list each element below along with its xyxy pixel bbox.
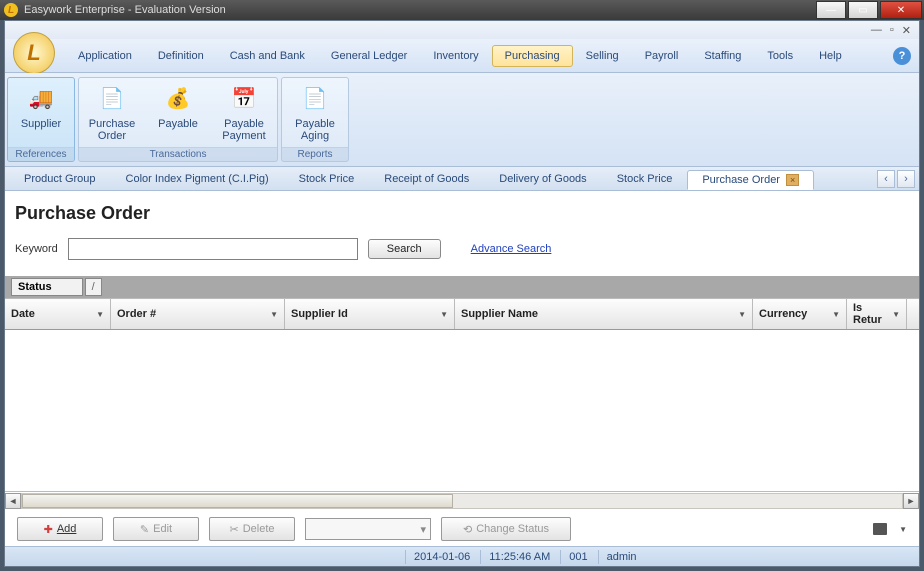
save-layout-dropdown-icon[interactable]: ▼ <box>899 525 907 534</box>
save-layout-icon[interactable] <box>873 523 887 535</box>
menubar: L ApplicationDefinitionCash and BankGene… <box>5 39 919 73</box>
menu-cash-and-bank[interactable]: Cash and Bank <box>217 45 318 67</box>
menu-inventory[interactable]: Inventory <box>420 45 491 67</box>
scroll-thumb[interactable] <box>22 494 453 508</box>
ribbon-purchase-order[interactable]: 📄 PurchaseOrder <box>79 78 145 147</box>
status-user: admin <box>598 550 645 564</box>
status-id: 001 <box>560 550 595 564</box>
ribbon: 🚚 Supplier References 📄 PurchaseOrder 💰 Payabl… <box>5 73 919 167</box>
ribbon-group-label: Reports <box>282 147 348 161</box>
column-is-retur[interactable]: Is Retur▼ <box>847 299 907 329</box>
keyword-input[interactable] <box>68 238 358 260</box>
maximize-button[interactable]: ▭ <box>848 1 878 19</box>
ribbon-btn-label: Supplier <box>21 118 61 130</box>
group-by-status[interactable]: Status <box>11 278 83 296</box>
column-filter-icon[interactable]: ▼ <box>270 310 278 319</box>
menu-help[interactable]: Help <box>806 45 855 67</box>
tab-delivery-of-goods[interactable]: Delivery of Goods <box>484 169 601 189</box>
ribbon-btn-label: Payable <box>158 118 198 130</box>
column-filter-icon[interactable]: ▼ <box>832 310 840 319</box>
edit-button[interactable]: ✎Edit <box>113 517 199 541</box>
tab-receipt-of-goods[interactable]: Receipt of Goods <box>369 169 484 189</box>
close-button[interactable]: ✕ <box>880 1 922 19</box>
ribbon-group-label: Transactions <box>79 147 277 161</box>
tab-stock-price[interactable]: Stock Price <box>284 169 370 189</box>
window-title: Easywork Enterprise - Evaluation Version <box>24 4 816 16</box>
action-toolbar: ✚Add ✎Edit ✂Delete ▾ ⟲Change Status ▼ <box>15 512 915 546</box>
ribbon-payable-aging[interactable]: 📄 PayableAging <box>282 78 348 147</box>
delete-button[interactable]: ✂Delete <box>209 517 295 541</box>
menu-purchasing[interactable]: Purchasing <box>492 45 573 67</box>
titlebar: L Easywork Enterprise - Evaluation Versi… <box>0 0 924 20</box>
document-tabs: Product GroupColor Index Pigment (C.I.Pi… <box>5 167 919 191</box>
ribbon-payable-payment[interactable]: 📅 PayablePayment <box>211 78 277 147</box>
change-status-button[interactable]: ⟲Change Status <box>441 517 571 541</box>
column-filter-icon[interactable]: ▼ <box>96 310 104 319</box>
column-date[interactable]: Date▼ <box>5 299 111 329</box>
tab-close-icon[interactable]: × <box>786 174 799 186</box>
keyword-label: Keyword <box>15 243 58 255</box>
ribbon-payable[interactable]: 💰 Payable <box>145 78 211 147</box>
menu-application[interactable]: Application <box>65 45 145 67</box>
ribbon-supplier[interactable]: 🚚 Supplier <box>8 78 74 147</box>
tab-product-group[interactable]: Product Group <box>9 169 111 189</box>
grid-body[interactable] <box>5 330 919 492</box>
scroll-track[interactable] <box>21 493 903 509</box>
ribbon-btn-label: PayablePayment <box>222 118 265 142</box>
payable-icon: 📄 <box>299 82 331 114</box>
search-button[interactable]: Search <box>368 239 441 259</box>
column-filter-icon[interactable]: ▼ <box>738 310 746 319</box>
minimize-button[interactable]: — <box>816 1 846 19</box>
mdi-close-icon[interactable]: ✕ <box>902 24 911 37</box>
menu-tools[interactable]: Tools <box>754 45 806 67</box>
help-icon[interactable]: ? <box>893 47 911 65</box>
tab-color-index-pigment-c-i-pig-[interactable]: Color Index Pigment (C.I.Pig) <box>111 169 284 189</box>
status-combo[interactable]: ▾ <box>305 518 431 540</box>
column-filter-icon[interactable]: ▼ <box>892 310 900 319</box>
group-by-bar: Status / <box>5 276 919 298</box>
horizontal-scrollbar[interactable]: ◄ ► <box>5 492 919 510</box>
ribbon-btn-label: PurchaseOrder <box>89 118 135 142</box>
menu-selling[interactable]: Selling <box>573 45 632 67</box>
ribbon-group-references: 🚚 Supplier References <box>7 77 75 162</box>
column-filter-icon[interactable]: ▼ <box>440 310 448 319</box>
advance-search-link[interactable]: Advance Search <box>471 243 552 255</box>
status-time: 11:25:46 AM <box>480 550 558 564</box>
menu-payroll[interactable]: Payroll <box>632 45 692 67</box>
menu-staffing[interactable]: Staffing <box>691 45 754 67</box>
menu-general-ledger[interactable]: General Ledger <box>318 45 420 67</box>
tab-nav-right[interactable]: › <box>897 170 915 188</box>
tab-stock-price[interactable]: Stock Price <box>602 169 688 189</box>
ribbon-btn-label: PayableAging <box>295 118 335 142</box>
page-title: Purchase Order <box>15 203 915 224</box>
purchase-icon: 📄 <box>96 82 128 114</box>
payable-icon: 📅 <box>228 82 260 114</box>
column-supplier-id[interactable]: Supplier Id▼ <box>285 299 455 329</box>
column-currency[interactable]: Currency▼ <box>753 299 847 329</box>
logo[interactable]: L <box>13 32 55 74</box>
ribbon-group-label: References <box>8 147 74 161</box>
column-order-[interactable]: Order #▼ <box>111 299 285 329</box>
scroll-left-icon[interactable]: ◄ <box>5 493 21 509</box>
group-by-divider: / <box>85 278 102 296</box>
payable-icon: 💰 <box>162 82 194 114</box>
tab-purchase-order[interactable]: Purchase Order× <box>687 170 814 190</box>
ribbon-group-reports: 📄 PayableAging Reports <box>281 77 349 162</box>
statusbar: 2014-01-06 11:25:46 AM 001 admin <box>5 546 919 566</box>
scroll-right-icon[interactable]: ► <box>903 493 919 509</box>
mdi-restore-icon[interactable]: ▫ <box>890 24 894 36</box>
mdi-controls: — ▫ ✕ <box>5 21 919 39</box>
mdi-minimize-icon[interactable]: — <box>871 24 882 36</box>
add-button[interactable]: ✚Add <box>17 517 103 541</box>
menu-definition[interactable]: Definition <box>145 45 217 67</box>
ribbon-group-transactions: 📄 PurchaseOrder 💰 Payable 📅 PayablePayment Tra… <box>78 77 278 162</box>
column-supplier-name[interactable]: Supplier Name▼ <box>455 299 753 329</box>
content-area: Purchase Order Keyword Search Advance Se… <box>5 191 919 546</box>
app-icon: L <box>4 3 18 17</box>
supplier-icon: 🚚 <box>25 82 57 114</box>
grid-header: Date▼Order #▼Supplier Id▼Supplier Name▼C… <box>5 298 919 330</box>
status-date: 2014-01-06 <box>405 550 478 564</box>
tab-nav-left[interactable]: ‹ <box>877 170 895 188</box>
